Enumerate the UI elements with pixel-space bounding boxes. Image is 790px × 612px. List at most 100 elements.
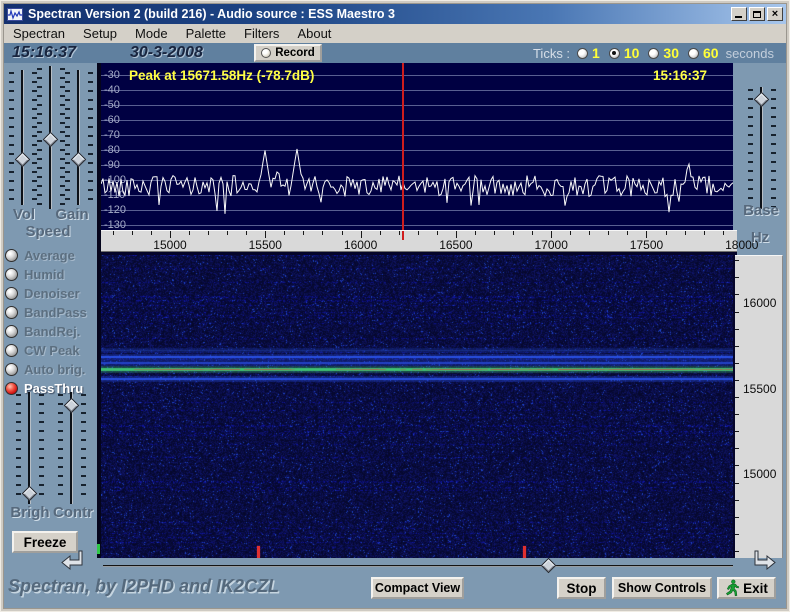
compact-view-button[interactable]: Compact View: [371, 577, 464, 599]
close-button[interactable]: ×: [767, 7, 783, 21]
freq-tick: [551, 231, 553, 238]
record-button[interactable]: Record: [254, 44, 322, 62]
menu-item-palette[interactable]: Palette: [177, 25, 235, 42]
freq-tick: [246, 231, 248, 235]
waterfall-tick: [735, 431, 739, 433]
slider-ticks: [748, 89, 753, 207]
waterfall-tick: [735, 482, 739, 484]
ticks-radio-30[interactable]: 30: [648, 45, 679, 61]
waterfall-tick: [735, 397, 739, 399]
ticks-radio-1[interactable]: 1: [577, 45, 600, 61]
brightness-slider[interactable]: [15, 392, 45, 504]
stop-button[interactable]: Stop: [557, 577, 606, 599]
led-bandrej[interactable]: BandRej.: [5, 322, 97, 341]
gain-slider[interactable]: [64, 70, 94, 205]
menu-item-setup[interactable]: Setup: [74, 25, 126, 42]
freq-tick: [455, 231, 457, 238]
freq-tick: [398, 231, 400, 235]
ticks-label: Ticks :: [532, 45, 571, 61]
speed-slider-thumb[interactable]: [42, 131, 59, 147]
waterfall-tick: [735, 516, 739, 518]
led-indicator-icon: [5, 306, 18, 319]
vol-slider[interactable]: [8, 70, 38, 205]
freq-tick: [303, 231, 305, 235]
waterfall-frequency-scale: 16000 15500 15000: [735, 255, 783, 558]
led-cw-peak[interactable]: CW Peak: [5, 341, 97, 360]
menu-item-about[interactable]: About: [288, 25, 340, 42]
freq-tick: [112, 231, 114, 235]
vol-slider-thumb[interactable]: [14, 151, 31, 168]
tuning-cursor-line[interactable]: [401, 63, 404, 230]
freq-tick: [379, 231, 381, 235]
base-slider[interactable]: [747, 87, 777, 209]
speed-label: Speed: [25, 223, 71, 240]
slider-ticks: [81, 394, 86, 502]
level-indicator: [97, 544, 100, 554]
led-label: Humid: [24, 267, 65, 282]
ticks-radio-10[interactable]: 10: [608, 45, 639, 61]
waterfall-tick: [735, 345, 739, 347]
ticks-radio-60[interactable]: 60: [688, 45, 719, 61]
maximize-button[interactable]: [749, 7, 765, 21]
waterfall-tick: [735, 533, 739, 535]
freq-tick: [150, 231, 152, 235]
led-auto-brig[interactable]: Auto brig.: [5, 360, 97, 379]
app-window: Spectran Version 2 (build 216) - Audio s…: [0, 0, 790, 612]
waterfall-display[interactable]: [101, 255, 733, 558]
exit-button[interactable]: Exit: [717, 577, 776, 599]
scroll-left-icon[interactable]: [60, 549, 86, 571]
menu-item-filters[interactable]: Filters: [235, 25, 288, 42]
title-bar[interactable]: Spectran Version 2 (build 216) - Audio s…: [4, 4, 786, 24]
led-indicator-icon: [5, 249, 18, 262]
slider-ticks: [39, 394, 44, 502]
freq-tick: [360, 231, 362, 238]
led-bandpass[interactable]: BandPass: [5, 303, 97, 322]
contrast-slider[interactable]: [57, 392, 87, 504]
freq-tick: [341, 231, 343, 235]
menu-item-spectran[interactable]: Spectran: [4, 25, 74, 42]
waterfall-tick: [735, 414, 739, 416]
frequency-scroll-track[interactable]: [103, 565, 733, 567]
gain-slider-thumb[interactable]: [70, 151, 87, 168]
freq-tick: [570, 231, 572, 235]
frequency-axis: 15000 15500 16000 16500 17000 17500 18000: [97, 230, 758, 252]
freq-tick-label: 16000: [343, 238, 378, 252]
contrast-slider-thumb[interactable]: [63, 397, 80, 414]
led-humid[interactable]: Humid: [5, 265, 97, 284]
menu-item-mode[interactable]: Mode: [126, 25, 177, 42]
toolbar-strip: 15:16:37 30-3-2008 Record Ticks : 1 10 30 6…: [4, 43, 786, 63]
waterfall-time-mark: [257, 546, 260, 558]
spectrum-trace: [101, 148, 733, 214]
led-indicator-icon: [5, 344, 18, 357]
slider-track: [77, 70, 80, 205]
exit-label: Exit: [743, 580, 768, 596]
base-slider-thumb[interactable]: [753, 91, 770, 107]
show-controls-button[interactable]: Show Controls: [612, 577, 712, 599]
ticks-radio-group: Ticks : 1 10 30 60 seconds: [533, 45, 774, 61]
brightness-slider-thumb[interactable]: [21, 485, 38, 502]
freq-tick-label: 16500: [439, 238, 473, 252]
freq-tick: [665, 231, 667, 235]
led-label: Average: [24, 248, 75, 263]
waterfall-tick: [735, 499, 739, 501]
waterfall-time-mark: [523, 546, 526, 558]
menu-bar: Spectran Setup Mode Palette Filters About: [4, 24, 786, 43]
led-label: CW Peak: [24, 343, 80, 358]
plot-clock: 15:16:37: [652, 68, 707, 83]
scroll-right-icon[interactable]: [751, 549, 777, 571]
minimize-button[interactable]: [731, 7, 747, 21]
led-denoiser[interactable]: Denoiser: [5, 284, 97, 303]
led-average[interactable]: Average: [5, 246, 97, 265]
clock-display: 15:16:37: [12, 44, 77, 61]
slider-ticks: [16, 394, 21, 502]
freq-tick-label: 15000: [153, 238, 187, 252]
speed-slider[interactable]: [36, 66, 66, 209]
spectrum-plot[interactable]: Peak at 15671.58Hz (-78.7dB) 15:16:37 -3…: [101, 63, 733, 230]
freq-tick: [627, 231, 629, 235]
record-label: Record: [275, 47, 315, 59]
freq-tick: [189, 231, 191, 235]
waterfall-tick: [735, 550, 739, 552]
record-led-icon: [261, 48, 272, 58]
radio-icon: [577, 47, 589, 59]
frequency-scroll-thumb[interactable]: [540, 557, 557, 574]
